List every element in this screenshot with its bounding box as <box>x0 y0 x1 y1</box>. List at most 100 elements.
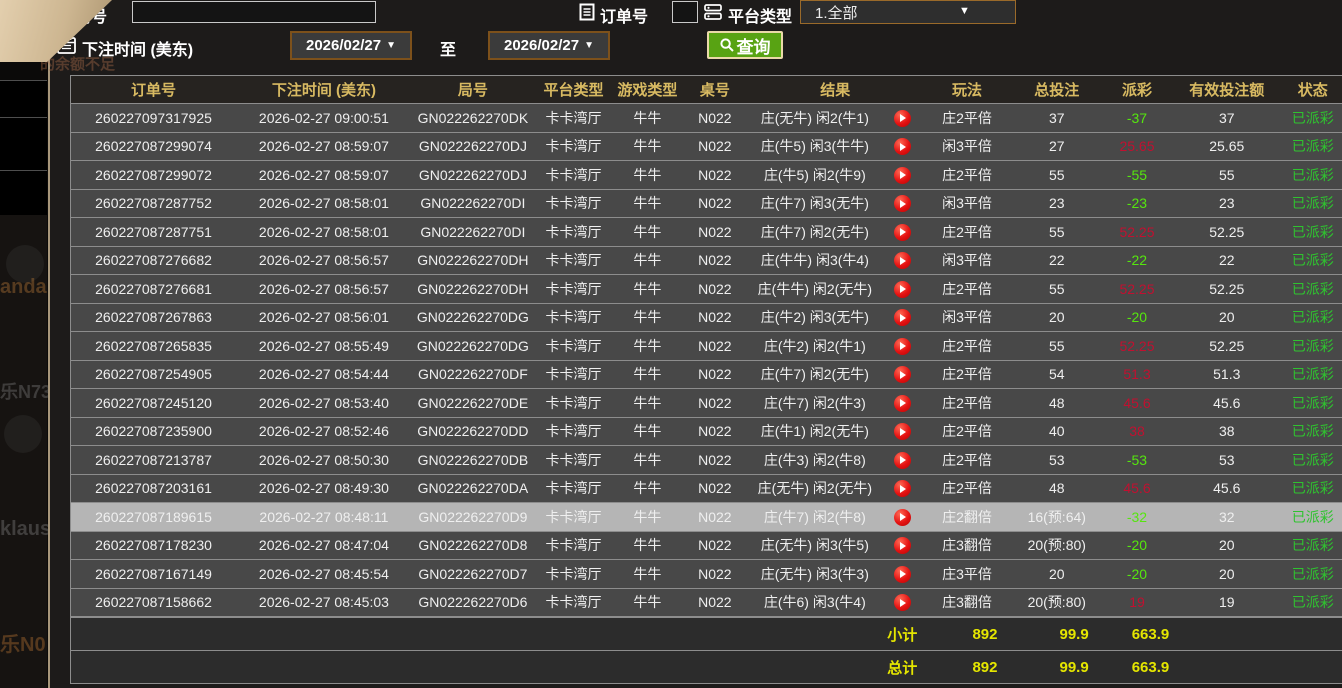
replay-icon[interactable] <box>894 395 911 412</box>
table-row[interactable]: 260227087276682 2026-02-27 08:56:57 GN02… <box>71 246 1342 275</box>
records-table: 订单号 下注时间 (美东) 局号 平台类型 游戏类型 桌号 结果 玩法 总投注 … <box>70 75 1342 684</box>
table-row[interactable]: 260227087158662 2026-02-27 08:45:03 GN02… <box>71 588 1342 617</box>
replay-icon[interactable] <box>894 224 911 241</box>
cell-table-no: N022 <box>682 246 748 275</box>
cell-payout: 25.65 <box>1102 132 1172 161</box>
cell-table-no: N022 <box>682 189 748 218</box>
cell-valid-bet: 23 <box>1172 189 1282 218</box>
bet-time-label: 下注时间 (美东) <box>82 36 193 60</box>
cell-replay <box>882 332 923 361</box>
cell-table-no: N022 <box>682 474 748 503</box>
cell-payout: -22 <box>1102 246 1172 275</box>
cell-payout: 52.25 <box>1102 218 1172 247</box>
col-valid-bet: 有效投注额 <box>1172 76 1282 104</box>
cell-result: 庄(牛牛) 闲3(牛4) <box>748 246 882 275</box>
replay-icon[interactable] <box>894 594 911 611</box>
replay-icon[interactable] <box>894 480 911 497</box>
table-row[interactable]: 260227087254905 2026-02-27 08:54:44 GN02… <box>71 360 1342 389</box>
table-row[interactable]: 260227087245120 2026-02-27 08:53:40 GN02… <box>71 389 1342 418</box>
col-total-bet: 总投注 <box>1012 76 1102 104</box>
replay-icon[interactable] <box>894 366 911 383</box>
cell-result: 庄(牛5) 闲2(牛9) <box>748 161 882 190</box>
cell-order: 260227087299074 <box>71 132 237 161</box>
cell-replay <box>882 360 923 389</box>
cell-table-no: N022 <box>682 303 748 332</box>
cell-round: GN022262270DG <box>412 303 534 332</box>
cell-total-bet: 27 <box>1012 132 1102 161</box>
replay-icon[interactable] <box>894 167 911 184</box>
date-from-picker[interactable]: 2026/02/27 ▼ <box>290 31 412 60</box>
table-row[interactable]: 260227087265835 2026-02-27 08:55:49 GN02… <box>71 332 1342 361</box>
table-row[interactable]: 260227087203161 2026-02-27 08:49:30 GN02… <box>71 474 1342 503</box>
cell-bet-time: 2026-02-27 09:00:51 <box>236 104 412 133</box>
table-row[interactable]: 260227087178230 2026-02-27 08:47:04 GN02… <box>71 531 1342 560</box>
cell-payout: 45.6 <box>1102 389 1172 418</box>
cell-bet-time: 2026-02-27 08:59:07 <box>236 161 412 190</box>
cell-play: 闲3平倍 <box>922 303 1011 332</box>
table-row[interactable]: 260227087267863 2026-02-27 08:56:01 GN02… <box>71 303 1342 332</box>
cell-replay <box>882 161 923 190</box>
replay-icon[interactable] <box>894 138 911 155</box>
total-label: 总计 <box>870 657 934 678</box>
table-row[interactable]: 260227087299072 2026-02-27 08:59:07 GN02… <box>71 161 1342 190</box>
replay-icon[interactable] <box>894 338 911 355</box>
table-row[interactable]: 260227087189615 2026-02-27 08:48:11 GN02… <box>71 503 1342 532</box>
replay-icon[interactable] <box>894 509 911 526</box>
status-badge: 已派彩 <box>1282 104 1342 133</box>
replay-icon[interactable] <box>894 195 911 212</box>
cell-play: 庄2平倍 <box>922 161 1011 190</box>
replay-icon[interactable] <box>894 110 911 127</box>
status-badge: 已派彩 <box>1282 389 1342 418</box>
cell-total-bet: 40 <box>1012 417 1102 446</box>
table-row[interactable]: 260227087287752 2026-02-27 08:58:01 GN02… <box>71 189 1342 218</box>
cell-bet-time: 2026-02-27 08:45:54 <box>236 560 412 589</box>
cell-table-no: N022 <box>682 332 748 361</box>
table-row[interactable]: 260227087276681 2026-02-27 08:56:57 GN02… <box>71 275 1342 304</box>
cell-platform: 卡卡湾厅 <box>534 218 613 247</box>
cell-valid-bet: 51.3 <box>1172 360 1282 389</box>
cell-platform: 卡卡湾厅 <box>534 389 613 418</box>
cell-table-no: N022 <box>682 104 748 133</box>
table-row[interactable]: 260227087213787 2026-02-27 08:50:30 GN02… <box>71 446 1342 475</box>
replay-icon[interactable] <box>894 566 911 583</box>
cell-order: 260227087158662 <box>71 588 237 617</box>
cell-table-no: N022 <box>682 218 748 247</box>
col-table-no: 桌号 <box>682 76 748 104</box>
cell-play: 庄2平倍 <box>922 389 1011 418</box>
cell-order: 260227087276682 <box>71 246 237 275</box>
cell-total-bet: 55 <box>1012 218 1102 247</box>
total-valid-bet: 663.9 <box>1112 659 1188 676</box>
col-result: 结果 <box>748 76 922 104</box>
table-row[interactable]: 260227087235900 2026-02-27 08:52:46 GN02… <box>71 417 1342 446</box>
chevron-down-icon: ▼ <box>584 40 594 51</box>
cell-platform: 卡卡湾厅 <box>534 246 613 275</box>
total-row: 总计 892 99.9 663.9 <box>70 650 1342 684</box>
replay-icon[interactable] <box>894 252 911 269</box>
cell-game-type: 牛牛 <box>613 360 682 389</box>
cell-play: 庄2平倍 <box>922 417 1011 446</box>
query-button[interactable]: 查询 <box>707 31 783 59</box>
replay-icon[interactable] <box>894 452 911 469</box>
table-row[interactable]: 260227087299074 2026-02-27 08:59:07 GN02… <box>71 132 1342 161</box>
replay-icon[interactable] <box>894 281 911 298</box>
round-input[interactable] <box>132 1 376 23</box>
subtotal-total-bet: 892 <box>934 626 1036 643</box>
cell-total-bet: 20 <box>1012 560 1102 589</box>
replay-icon[interactable] <box>894 423 911 440</box>
table-row[interactable]: 260227087287751 2026-02-27 08:58:01 GN02… <box>71 218 1342 247</box>
replay-icon[interactable] <box>894 537 911 554</box>
cell-result: 庄(牛7) 闲2(无牛) <box>748 218 882 247</box>
cell-platform: 卡卡湾厅 <box>534 104 613 133</box>
platform-select[interactable]: 1.全部 ▼ <box>800 0 1016 24</box>
cell-play: 庄2平倍 <box>922 446 1011 475</box>
date-to-picker[interactable]: 2026/02/27 ▼ <box>488 31 610 60</box>
order-number-input[interactable] <box>672 1 698 23</box>
cell-total-bet: 23 <box>1012 189 1102 218</box>
cell-platform: 卡卡湾厅 <box>534 132 613 161</box>
replay-icon[interactable] <box>894 309 911 326</box>
table-row[interactable]: 260227087167149 2026-02-27 08:45:54 GN02… <box>71 560 1342 589</box>
table-row[interactable]: 260227097317925 2026-02-27 09:00:51 GN02… <box>71 104 1342 133</box>
cell-play: 闲3平倍 <box>922 246 1011 275</box>
status-badge: 已派彩 <box>1282 560 1342 589</box>
cell-play: 闲3平倍 <box>922 189 1011 218</box>
